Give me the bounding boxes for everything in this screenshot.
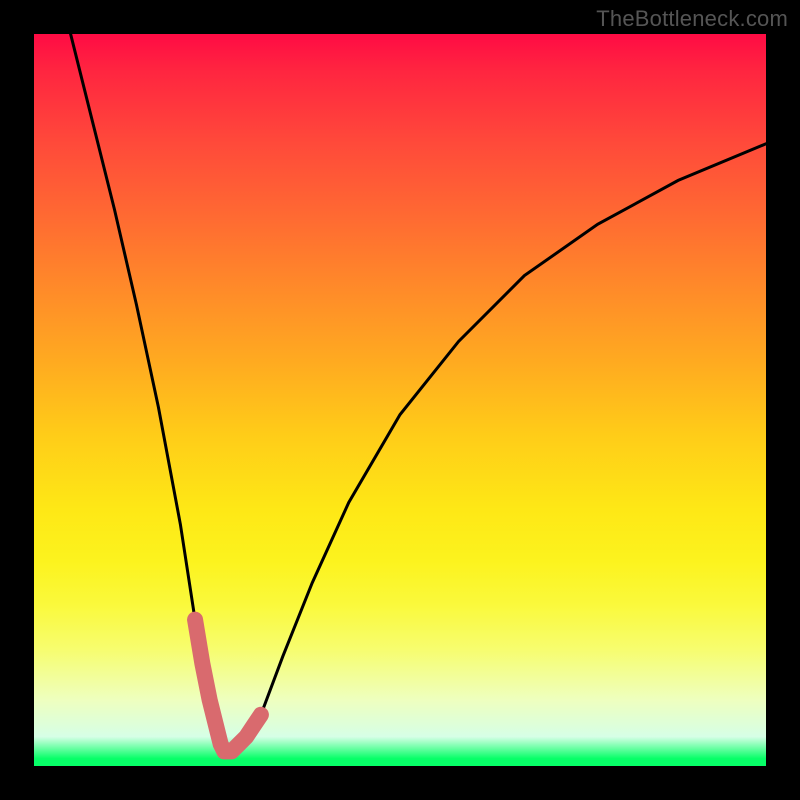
watermark-text: TheBottleneck.com [596,6,788,32]
plot-area [34,34,766,766]
chart-svg [34,34,766,766]
bottleneck-curve [71,34,766,751]
valley-highlight [195,620,261,752]
